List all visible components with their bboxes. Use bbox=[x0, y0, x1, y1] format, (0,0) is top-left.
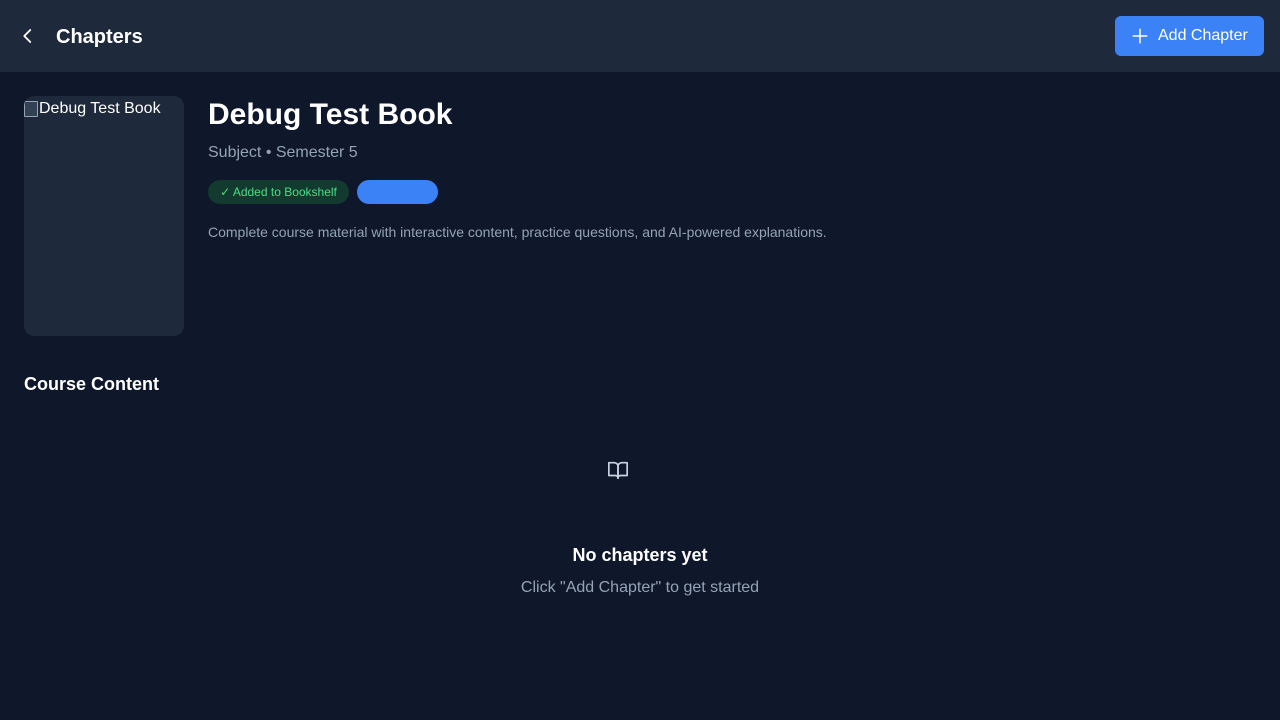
add-chapter-label: Add Chapter bbox=[1158, 27, 1248, 44]
section-title: Course Content bbox=[24, 374, 159, 394]
cover-image-alt: Debug Test Book bbox=[24, 99, 161, 119]
back-button[interactable] bbox=[14, 22, 42, 50]
bookshelf-status-badge: ✓ Added to Bookshelf bbox=[208, 180, 349, 204]
page-title: Chapters bbox=[56, 26, 143, 48]
add-chapter-button[interactable]: Add Chapter bbox=[1115, 16, 1264, 56]
book-title: Debug Test Book bbox=[208, 98, 453, 131]
plus-icon bbox=[1132, 28, 1148, 44]
empty-state-subtitle: Click "Add Chapter" to get started bbox=[520, 579, 760, 596]
action-badge[interactable] bbox=[357, 180, 438, 204]
book-cover: Debug Test Book bbox=[24, 96, 184, 336]
broken-image-icon bbox=[24, 101, 38, 117]
book-open-icon bbox=[608, 461, 628, 480]
book-description: Complete course material with interactiv… bbox=[208, 224, 827, 240]
book-subtitle: Subject • Semester 5 bbox=[208, 144, 358, 161]
cover-alt-text: Debug Test Book bbox=[39, 100, 161, 117]
empty-state-title: No chapters yet bbox=[572, 545, 708, 565]
top-bar: Chapters Add Chapter bbox=[0, 0, 1280, 72]
chevron-left-icon bbox=[23, 29, 32, 43]
